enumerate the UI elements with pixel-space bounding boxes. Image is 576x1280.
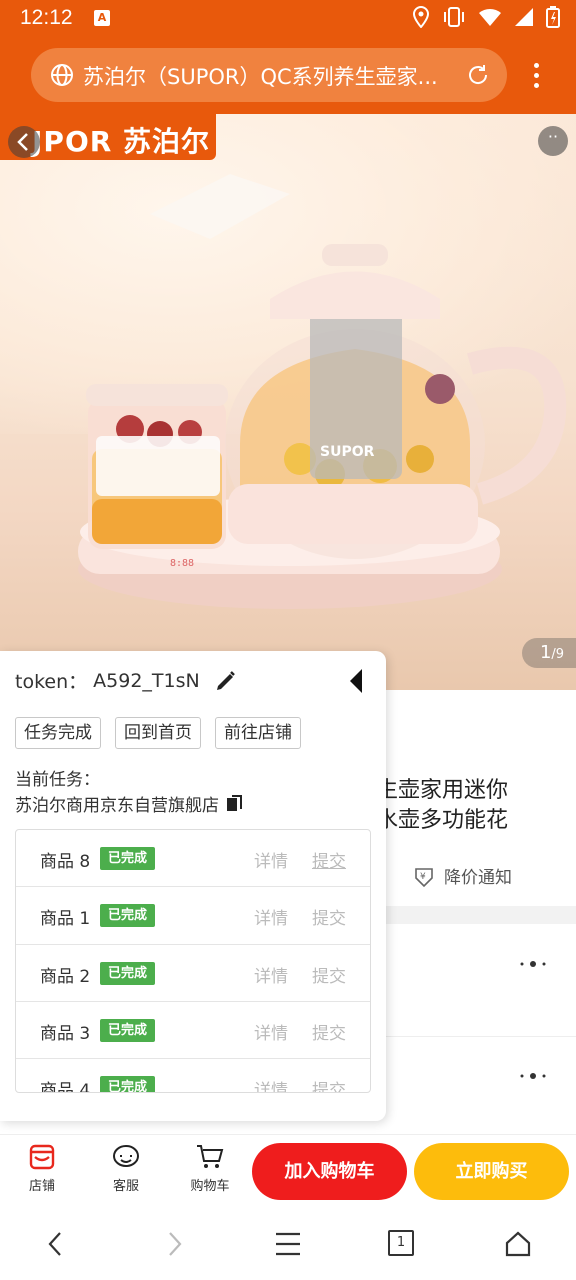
- copy-icon[interactable]: [225, 794, 245, 814]
- status-icons: [412, 6, 560, 28]
- status-badge: 已完成: [100, 1076, 156, 1092]
- list-item: 商品 3 已完成 详情 提交: [16, 1002, 370, 1060]
- address-bar[interactable]: 苏泊尔（SUPOR）QC系列养生壶家...: [31, 48, 507, 102]
- price-notify-button[interactable]: ¥ 降价通知: [412, 863, 512, 888]
- current-task-name: 苏泊尔商用京东自营旗舰店: [15, 791, 245, 816]
- signal-icon: [515, 8, 533, 26]
- browser-menu-icon[interactable]: [524, 60, 548, 90]
- chevron-left-icon: [17, 133, 28, 151]
- submit-link[interactable]: 提交: [312, 1019, 346, 1044]
- status-time: 12:12: [20, 6, 73, 29]
- location-icon: [412, 6, 430, 28]
- task-complete-button[interactable]: 任务完成: [15, 717, 101, 749]
- token-value: A592_T1sN: [93, 669, 200, 692]
- notification-a-icon: A: [94, 10, 110, 26]
- token-label: token：: [15, 671, 88, 693]
- back-icon[interactable]: [44, 1230, 68, 1258]
- back-button[interactable]: [8, 126, 40, 158]
- item-name: 商品 4: [40, 1081, 91, 1093]
- battery-icon: [546, 6, 560, 28]
- status-badge: 已完成: [100, 961, 156, 985]
- list-item: 商品 8 已完成 详情 提交: [16, 830, 370, 888]
- list-item: 商品 1 已完成 详情 提交: [16, 887, 370, 945]
- brand-logo: JPOR 苏泊尔: [32, 125, 211, 158]
- svg-text:SUPOR: SUPOR: [320, 444, 375, 460]
- store-icon: [29, 1144, 55, 1170]
- shopping-cart-icon: [197, 1145, 224, 1168]
- home-icon[interactable]: [504, 1230, 532, 1258]
- list-item: 商品 2 已完成 详情 提交: [16, 945, 370, 1002]
- globe-icon: [51, 64, 73, 86]
- task-panel: token： A592_T1sN 任务完成 回到首页 前往店铺 当前任务： 苏泊…: [0, 651, 386, 1121]
- browser-toolbar: 苏泊尔（SUPOR）QC系列养生壶家...: [0, 36, 576, 114]
- detail-link[interactable]: 详情: [254, 1076, 288, 1092]
- wifi-icon: [479, 8, 501, 26]
- detail-link[interactable]: 详情: [254, 847, 288, 872]
- item-name: 商品 2: [40, 966, 91, 987]
- item-name: 商品 1: [40, 909, 91, 930]
- buy-now-button[interactable]: 立即购买: [414, 1143, 569, 1200]
- go-store-button[interactable]: 前往店铺: [215, 717, 301, 749]
- submit-link[interactable]: 提交: [312, 1076, 346, 1092]
- reload-icon[interactable]: [465, 62, 491, 88]
- list-item: 商品 4 已完成 详情 提交: [16, 1059, 370, 1093]
- item-name: 商品 3: [40, 1023, 91, 1044]
- customer-service-icon: [113, 1145, 139, 1167]
- submit-link[interactable]: 提交: [312, 904, 346, 929]
- more-button[interactable]: ··: [538, 126, 568, 156]
- more-dots-icon[interactable]: [518, 1062, 548, 1087]
- status-badge: 已完成: [100, 847, 156, 870]
- browser-nav-bar: 1: [0, 1208, 576, 1280]
- cart-button[interactable]: 购物车: [180, 1143, 240, 1194]
- product-image[interactable]: 8:88 SUPOR JPOR 苏泊尔 ·· 1/9: [0, 114, 576, 690]
- collapse-panel-icon[interactable]: [346, 667, 366, 695]
- more-dots-icon[interactable]: [518, 950, 548, 975]
- item-name: 商品 8: [40, 852, 91, 872]
- tabs-button[interactable]: 1: [388, 1230, 414, 1256]
- service-button[interactable]: 客服: [96, 1143, 156, 1194]
- store-button[interactable]: 店铺: [12, 1143, 72, 1194]
- submit-link[interactable]: 提交: [312, 962, 346, 987]
- current-task-label: 当前任务：: [15, 770, 100, 790]
- forward-icon[interactable]: [162, 1230, 186, 1258]
- status-badge: 已完成: [100, 904, 156, 928]
- product-list: 商品 8 已完成 详情 提交 商品 1 已完成 详情 提交 商品 2 已完成 详…: [15, 829, 371, 1093]
- bottom-action-bar: 店铺 客服 购物车 加入购物车 立即购买: [0, 1134, 576, 1208]
- panel-actions: 任务完成 回到首页 前往店铺: [15, 717, 301, 749]
- detail-link[interactable]: 详情: [254, 1019, 288, 1044]
- detail-link[interactable]: 详情: [254, 962, 288, 987]
- token-row: token： A592_T1sN: [15, 667, 238, 694]
- svg-text:8:88: 8:88: [170, 558, 194, 569]
- submit-link[interactable]: 提交: [312, 847, 346, 872]
- pencil-icon[interactable]: [214, 669, 238, 693]
- detail-link[interactable]: 详情: [254, 904, 288, 929]
- status-bar: 12:12 A: [0, 0, 576, 36]
- menu-icon[interactable]: [274, 1230, 302, 1258]
- status-badge: 已完成: [100, 1018, 156, 1042]
- product-title: 生壶家用迷你 水壶多功能花: [376, 778, 509, 833]
- svg-text:¥: ¥: [420, 872, 426, 882]
- back-home-button[interactable]: 回到首页: [115, 717, 201, 749]
- product-photo-illustration: 8:88 SUPOR: [78, 174, 567, 609]
- add-to-cart-button[interactable]: 加入购物车: [252, 1143, 407, 1200]
- vibrate-icon: [444, 7, 464, 27]
- image-counter: 1/9: [522, 638, 576, 668]
- price-tag-icon: ¥: [415, 867, 433, 887]
- url-title: 苏泊尔（SUPOR）QC系列养生壶家...: [83, 65, 438, 89]
